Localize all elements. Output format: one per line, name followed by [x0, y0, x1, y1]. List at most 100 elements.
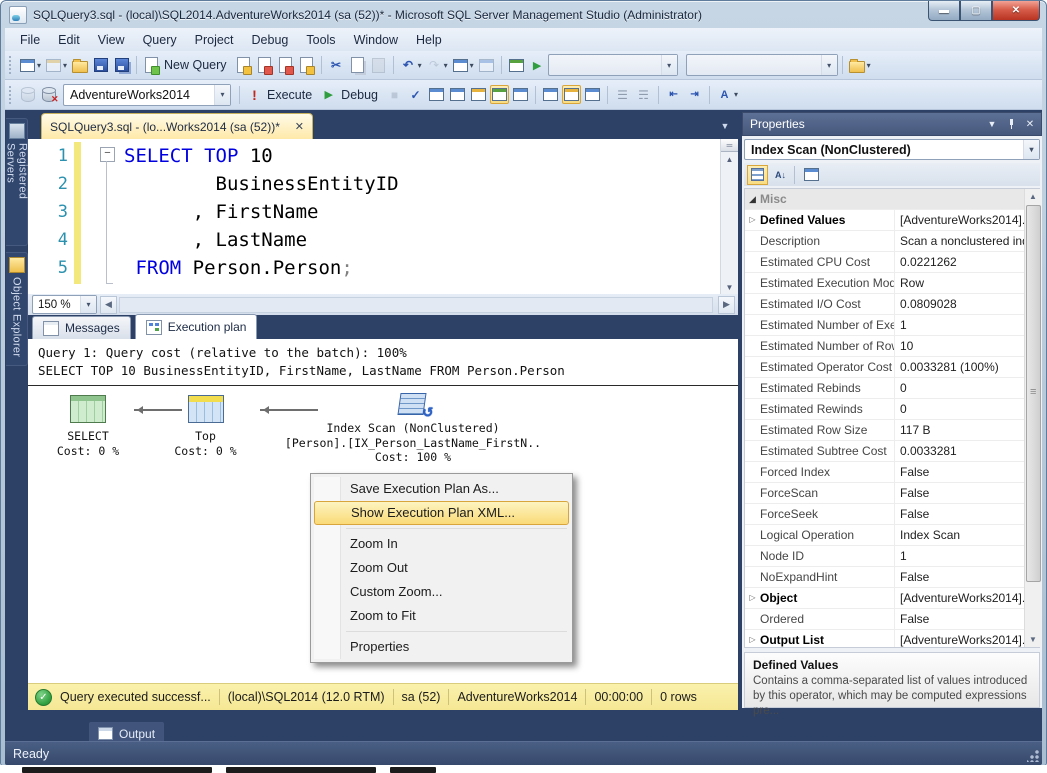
menu-item[interactable]: File — [11, 30, 49, 50]
property-row[interactable]: Estimated Row Size 117 B — [745, 420, 1039, 441]
menu-item[interactable]: Edit — [49, 30, 89, 50]
increase-indent-icon[interactable]: ⇥ — [685, 85, 704, 104]
resize-grip[interactable] — [1027, 750, 1039, 762]
property-row[interactable]: Output List [AdventureWorks2014].[Pe — [745, 630, 1039, 647]
expand-icon[interactable] — [745, 588, 760, 608]
sidebar-tab-object-explorer[interactable]: Object Explorer — [6, 252, 28, 366]
context-menu-item[interactable]: Zoom to Fit — [313, 604, 570, 628]
debug-icon[interactable]: ▶ — [319, 85, 338, 104]
property-row[interactable]: Estimated Rewinds 0 — [745, 399, 1039, 420]
add-item-icon[interactable] — [44, 56, 63, 75]
expand-icon[interactable] — [745, 189, 760, 209]
combo-caret-icon[interactable]: ▾ — [214, 84, 230, 105]
redo-icon[interactable]: ↷ — [425, 56, 444, 75]
undo-caret-icon[interactable]: ▾ — [418, 61, 422, 70]
save-icon[interactable] — [91, 56, 110, 75]
menu-item[interactable]: Help — [407, 30, 451, 50]
property-row[interactable]: NoExpandHint False — [745, 567, 1039, 588]
connect-icon[interactable] — [18, 85, 37, 104]
property-row[interactable]: Estimated Rebinds 0 — [745, 378, 1039, 399]
toolbar-options-icon[interactable]: ▾ — [734, 90, 738, 99]
horizontal-scrollbar[interactable] — [119, 296, 713, 313]
property-row[interactable]: Forced Index False — [745, 462, 1039, 483]
close-panel-icon[interactable]: ✕ — [1022, 117, 1038, 132]
toolbar-grip[interactable] — [8, 85, 13, 104]
include-client-statistics-icon[interactable] — [511, 85, 530, 104]
menu-item[interactable]: Debug — [243, 30, 298, 50]
specify-template-values-icon[interactable]: A — [715, 85, 734, 104]
scroll-left-icon[interactable]: ◀ — [100, 295, 117, 314]
plan-node-select[interactable]: SELECT Cost: 0 % — [42, 395, 134, 458]
window-position-caret-icon[interactable]: ▼ — [984, 117, 1000, 132]
plan-node-index-scan[interactable]: Index Scan (NonClustered) [Person].[IX_P… — [273, 389, 553, 465]
property-row[interactable]: Estimated Subtree Cost 0.0033281 — [745, 441, 1039, 462]
context-menu-item[interactable]: Zoom Out — [313, 556, 570, 580]
navigate-forward-icon[interactable] — [477, 56, 496, 75]
intellisense-enabled-icon[interactable] — [448, 85, 467, 104]
dropdown-caret-icon[interactable]: ▾ — [37, 61, 41, 70]
navigate-backward-icon[interactable] — [451, 56, 470, 75]
activity-monitor-icon[interactable] — [507, 56, 526, 75]
property-row[interactable]: Estimated Number of Rows 10 — [745, 336, 1039, 357]
open-file-icon[interactable] — [70, 56, 89, 75]
open-folder-icon[interactable] — [848, 56, 867, 75]
cut-icon[interactable]: ✂ — [327, 56, 346, 75]
maximize-button[interactable]: ▢ — [960, 1, 992, 21]
properties-header[interactable]: Properties ▼ ✕ — [742, 112, 1042, 136]
context-menu-item[interactable]: Properties — [313, 635, 570, 659]
new-query-icon[interactable] — [142, 56, 161, 75]
editor-vertical-scrollbar[interactable]: ═ ▲ ▼ — [720, 139, 738, 294]
minimize-button[interactable]: ▬ — [928, 1, 960, 21]
scroll-right-icon[interactable]: ▶ — [718, 295, 735, 314]
dropdown-caret-icon[interactable]: ▾ — [63, 61, 67, 70]
decrease-indent-icon[interactable]: ⇤ — [664, 85, 683, 104]
scrollbar-thumb[interactable] — [1026, 205, 1041, 582]
context-menu-item[interactable]: Show Execution Plan XML... — [314, 501, 569, 525]
property-row[interactable]: Node ID 1 — [745, 546, 1039, 567]
combo-caret-icon[interactable]: ▾ — [1023, 140, 1039, 159]
plan-node-top[interactable]: Top Cost: 0 % — [158, 395, 253, 458]
context-menu-item[interactable]: Save Execution Plan As... — [313, 477, 570, 501]
stop-icon[interactable]: ■ — [385, 85, 404, 104]
property-row[interactable]: Object [AdventureWorks2014].[Pe — [745, 588, 1039, 609]
sql-editor[interactable]: 1 2 3 4 5 − SELECT TOP 10 BusinessEntity… — [28, 139, 738, 294]
scroll-up-icon[interactable]: ▲ — [1025, 189, 1041, 204]
execute-button[interactable]: Execute — [267, 88, 312, 102]
properties-scrollbar[interactable]: ▲ ▼ — [1024, 189, 1041, 647]
start-icon[interactable]: ▶ — [528, 56, 547, 75]
tab-messages[interactable]: Messages — [32, 316, 131, 339]
context-menu-item[interactable]: Custom Zoom... — [313, 580, 570, 604]
new-item-icon[interactable] — [18, 56, 37, 75]
paste-icon[interactable] — [369, 56, 388, 75]
expand-icon[interactable] — [745, 210, 760, 230]
toolbar-combo-1[interactable]: ▾ — [547, 54, 678, 76]
include-actual-plan-icon[interactable] — [490, 85, 510, 104]
property-pages-icon[interactable] — [802, 166, 821, 184]
context-menu-item[interactable]: Zoom In — [313, 532, 570, 556]
property-row[interactable]: Estimated I/O Cost 0.0809028 — [745, 294, 1039, 315]
combo-caret-icon[interactable]: ▾ — [820, 55, 837, 75]
property-row[interactable]: Description Scan a nonclustered index, — [745, 231, 1039, 252]
property-row[interactable]: Estimated CPU Cost 0.0221262 — [745, 252, 1039, 273]
selected-object-combo[interactable]: Index Scan (NonClustered) ▾ — [744, 139, 1040, 160]
execute-icon[interactable]: ! — [245, 85, 264, 104]
results-to-text-icon[interactable] — [541, 85, 560, 104]
new-query-button[interactable]: New Query — [164, 58, 227, 72]
zoom-level-combo[interactable]: 150 % ▾ — [32, 295, 97, 314]
categorized-view-icon[interactable] — [747, 164, 768, 185]
comment-icon[interactable]: ☰ — [613, 85, 632, 104]
tab-execution-plan[interactable]: Execution plan — [134, 314, 258, 339]
analysis-services-xmla-query-icon[interactable] — [297, 56, 316, 75]
toolbar-grip[interactable] — [8, 56, 13, 74]
menu-item[interactable]: Window — [345, 30, 407, 50]
close-button[interactable]: ✕ — [992, 1, 1040, 21]
combo-caret-icon[interactable]: ▾ — [660, 55, 677, 75]
results-to-file-icon[interactable] — [583, 85, 602, 104]
menu-item[interactable]: Query — [134, 30, 186, 50]
toolbar-options-icon[interactable]: ▾ — [867, 61, 871, 70]
database-engine-query-icon[interactable] — [234, 56, 253, 75]
copy-icon[interactable] — [348, 56, 367, 75]
title-bar[interactable]: SQLQuery3.sql - (local)\SQL2014.Adventur… — [5, 1, 1042, 28]
scroll-down-icon[interactable]: ▼ — [721, 280, 738, 294]
parse-icon[interactable]: ✓ — [406, 85, 425, 104]
